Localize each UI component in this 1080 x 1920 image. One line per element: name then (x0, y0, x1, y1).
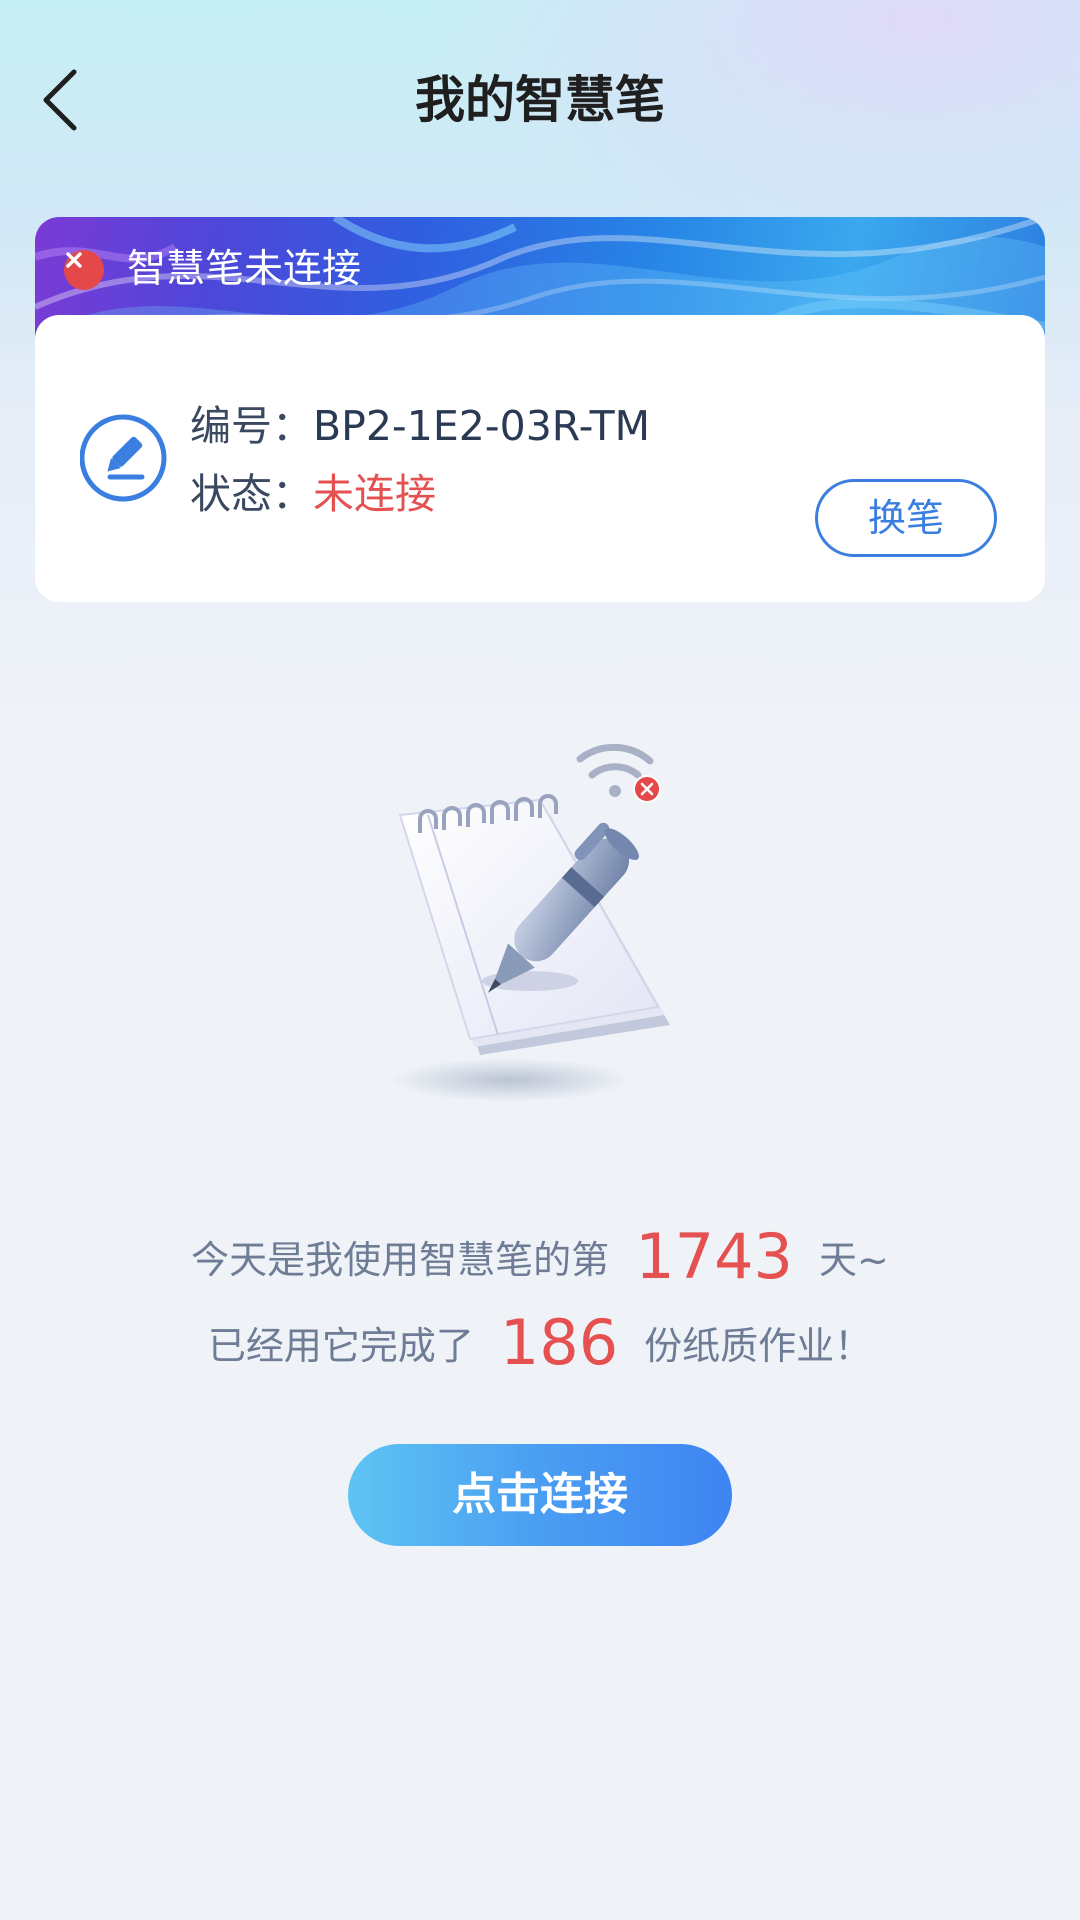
homework-count-line: 已经用它完成了 186 份纸质作业！ (0, 1306, 1080, 1379)
status-row: 状态：未连接 (190, 466, 436, 522)
status-label: 状态： (190, 470, 313, 518)
days-suffix: 天~ (818, 1238, 889, 1282)
homework-count: 186 (499, 1306, 619, 1379)
wifi-off-icon (576, 743, 661, 803)
serial-row: 编号：BP2-1E2-03R-TM (190, 398, 650, 454)
page-title: 我的智慧笔 (415, 71, 665, 129)
homework-suffix: 份纸质作业！ (644, 1324, 873, 1368)
status-value: 未连接 (313, 470, 436, 518)
usage-days-line: 今天是我使用智慧笔的第 1743 天~ (0, 1220, 1080, 1293)
days-count: 1743 (635, 1220, 793, 1293)
swap-pen-button[interactable]: 换笔 (815, 479, 997, 557)
banner-status-text: 智慧笔未连接 (127, 247, 362, 292)
serial-value: BP2-1E2-03R-TM (313, 402, 651, 450)
days-prefix: 今天是我使用智慧笔的第 (191, 1238, 610, 1282)
notebook-pen-illustration (390, 743, 670, 1102)
close-circle-icon (64, 250, 104, 290)
connect-button[interactable]: 点击连接 (348, 1444, 732, 1546)
serial-label: 编号： (190, 402, 313, 450)
homework-prefix: 已经用它完成了 (207, 1324, 474, 1368)
